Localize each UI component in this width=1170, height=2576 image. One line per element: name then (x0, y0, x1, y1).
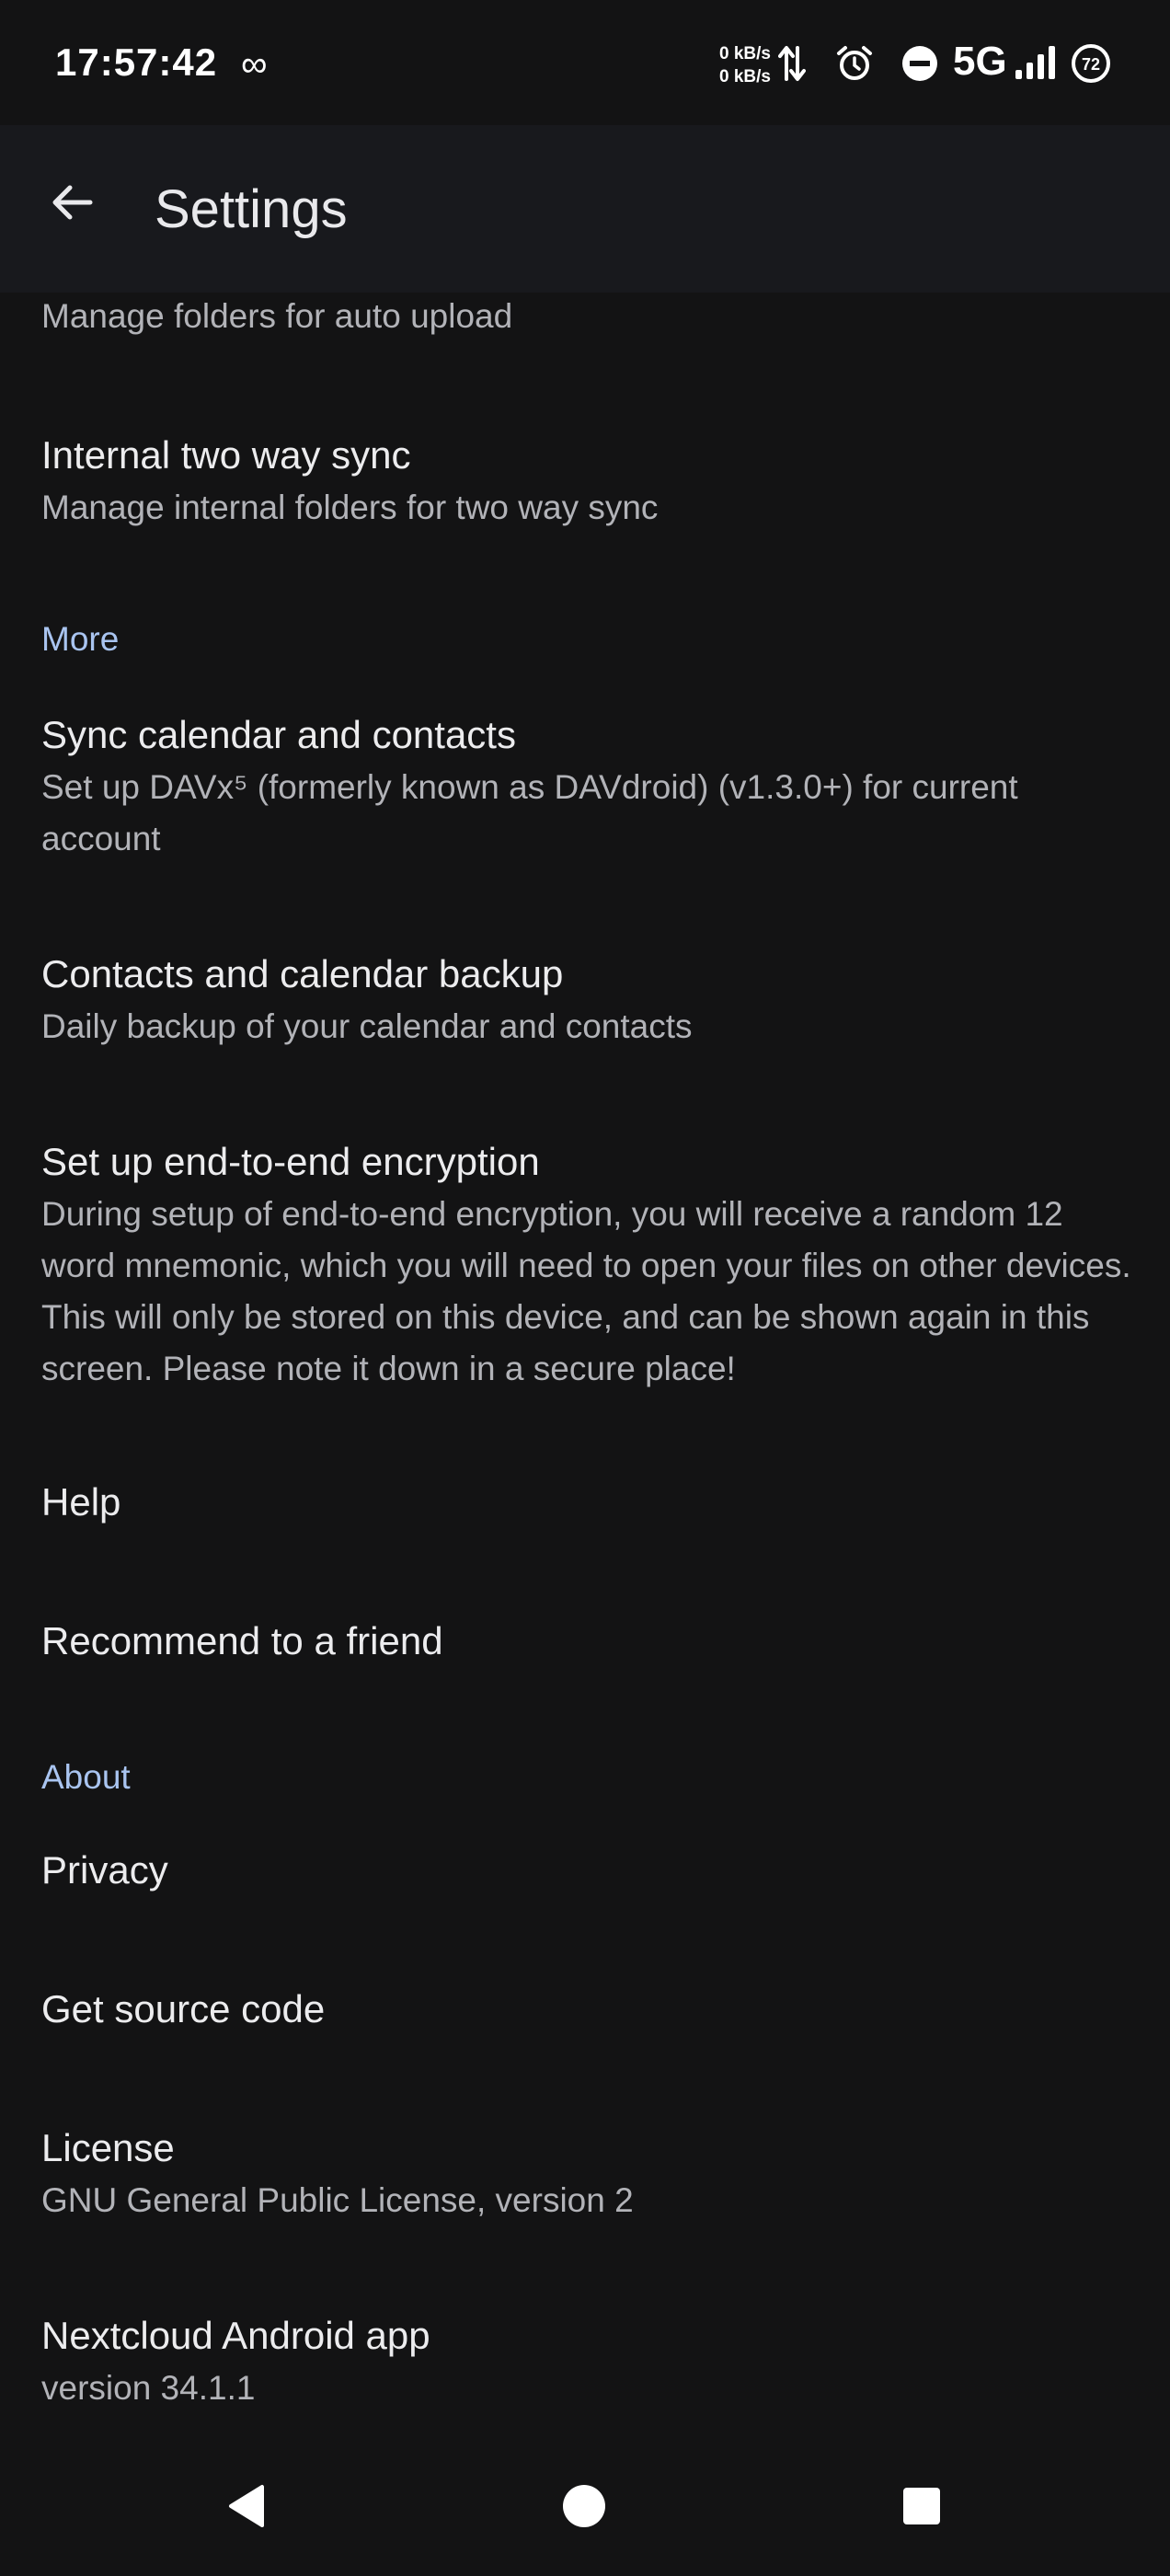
page-title: Settings (155, 179, 348, 239)
status-bar: 17:57:42 ∞ 0 kB/s 0 kB/s 5G 72 (0, 0, 1170, 125)
privacy-item[interactable]: Privacy (41, 1844, 1145, 1897)
contacts-calendar-backup-item[interactable]: Contacts and calendar backup Daily backu… (41, 948, 1145, 1052)
item-summary: Manage folders for auto upload (41, 297, 513, 335)
auto-upload-item[interactable]: Manage folders for auto upload (41, 293, 1145, 342)
download-speed: 0 kB/s (719, 67, 771, 86)
item-summary: GNU General Public License, version 2 (41, 2181, 634, 2219)
system-navigation-bar (0, 2436, 1170, 2576)
section-header-about: About (41, 1758, 131, 1796)
settings-list[interactable]: Manage folders for auto upload Internal … (0, 293, 1170, 2436)
end-to-end-encryption-item[interactable]: Set up end-to-end encryption During setu… (41, 1135, 1145, 1395)
nav-home-button[interactable] (547, 2469, 621, 2543)
battery-icon: 72 (1071, 43, 1111, 88)
item-title: License (41, 2126, 175, 2169)
nav-recents-button[interactable] (885, 2469, 958, 2543)
signal-icon (1015, 46, 1056, 84)
square-recents-icon (903, 2488, 940, 2524)
network-speed: 0 kB/s 0 kB/s (719, 42, 774, 88)
help-item[interactable]: Help (41, 1476, 1145, 1529)
network-type: 5G (953, 39, 1007, 84)
back-button[interactable] (37, 167, 107, 237)
internal-two-way-sync-item[interactable]: Internal two way sync Manage internal fo… (41, 429, 1145, 534)
upload-speed: 0 kB/s (719, 44, 771, 63)
item-title: Recommend to a friend (41, 1619, 443, 1662)
alarm-icon (835, 44, 874, 87)
item-title: Internal two way sync (41, 433, 411, 477)
circle-home-icon (563, 2485, 605, 2527)
app-bar: Settings (0, 125, 1170, 293)
do-not-disturb-icon (901, 45, 938, 86)
recommend-item[interactable]: Recommend to a friend (41, 1615, 1145, 1668)
source-code-item[interactable]: Get source code (41, 1983, 1145, 2036)
license-item[interactable]: License GNU General Public License, vers… (41, 2122, 1145, 2226)
item-summary: During setup of end-to-end encryption, y… (41, 1195, 1131, 1387)
item-summary: Set up DAVx⁵ (formerly known as DAVdroid… (41, 768, 1018, 857)
infinity-icon: ∞ (241, 44, 268, 85)
triangle-back-icon (229, 2485, 264, 2527)
sync-calendar-contacts-item[interactable]: Sync calendar and contacts Set up DAVx⁵ … (41, 708, 1145, 865)
item-summary: version 34.1.1 (41, 2369, 256, 2407)
item-title: Privacy (41, 1848, 168, 1892)
item-title: Contacts and calendar backup (41, 952, 564, 995)
nav-back-button[interactable] (210, 2469, 283, 2543)
arrow-back-icon (52, 185, 93, 220)
status-time: 17:57:42 (55, 40, 218, 84)
item-title: Set up end-to-end encryption (41, 1140, 540, 1183)
item-title: Help (41, 1480, 121, 1524)
item-title: Get source code (41, 1987, 326, 2030)
item-summary: Manage internal folders for two way sync (41, 489, 659, 526)
svg-text:72: 72 (1082, 55, 1100, 74)
data-transfer-icon (778, 42, 806, 89)
app-version-item[interactable]: Nextcloud Android app version 34.1.1 (41, 2309, 1145, 2414)
item-summary: Daily backup of your calendar and contac… (41, 1007, 693, 1045)
item-title: Sync calendar and contacts (41, 713, 516, 756)
item-title: Nextcloud Android app (41, 2314, 430, 2357)
section-header-more: More (41, 620, 120, 658)
